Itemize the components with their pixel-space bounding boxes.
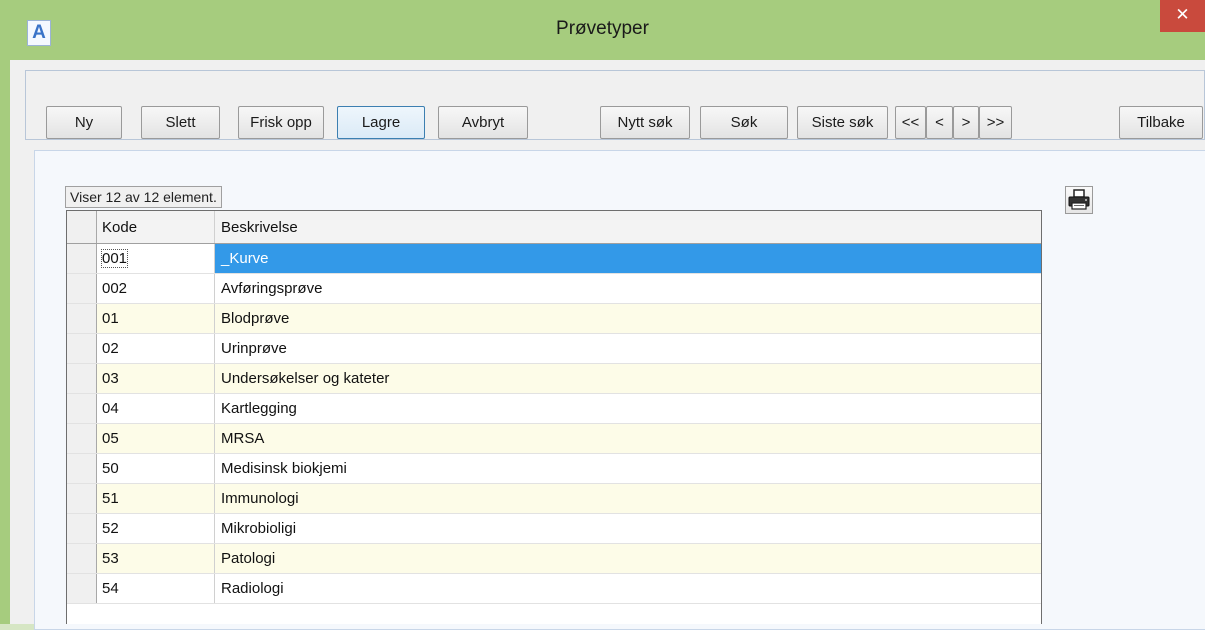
cell-kode[interactable]: 02 <box>97 334 215 363</box>
cell-beskrivelse[interactable]: Mikrobioligi <box>215 514 1041 543</box>
cell-beskrivelse[interactable]: _Kurve <box>215 244 1041 273</box>
cell-beskrivelse[interactable]: Avføringsprøve <box>215 274 1041 303</box>
cell-kode[interactable]: 001 <box>97 244 215 273</box>
back-button[interactable]: Tilbake <box>1119 106 1203 139</box>
next-record-button[interactable]: > <box>953 106 979 139</box>
row-selector[interactable] <box>67 334 97 363</box>
save-button[interactable]: Lagre <box>337 106 425 139</box>
title-bar: A Prøvetyper ✕ <box>0 0 1205 60</box>
table-row[interactable]: 04 Kartlegging <box>67 394 1041 424</box>
table-row[interactable]: 01 Blodprøve <box>67 304 1041 334</box>
search-button[interactable]: Søk <box>700 106 788 139</box>
cell-beskrivelse[interactable]: Blodprøve <box>215 304 1041 333</box>
header-corner <box>67 211 97 243</box>
row-selector[interactable] <box>67 454 97 483</box>
new-search-button[interactable]: Nytt søk <box>600 106 690 139</box>
cell-beskrivelse[interactable]: Immunologi <box>215 484 1041 513</box>
table-row[interactable]: 53 Patologi <box>67 544 1041 574</box>
column-header-kode[interactable]: Kode <box>97 211 215 243</box>
cell-kode[interactable]: 50 <box>97 454 215 483</box>
cell-kode-text: 54 <box>102 580 119 597</box>
row-selector[interactable] <box>67 484 97 513</box>
row-selector[interactable] <box>67 424 97 453</box>
cell-kode-text: 52 <box>102 520 119 537</box>
cell-kode-text: 02 <box>102 340 119 357</box>
record-count-label: Viser 12 av 12 element. <box>65 186 222 208</box>
cell-kode[interactable]: 01 <box>97 304 215 333</box>
row-selector[interactable] <box>67 394 97 423</box>
cell-kode[interactable]: 53 <box>97 544 215 573</box>
row-selector[interactable] <box>67 364 97 393</box>
table-row[interactable]: 51 Immunologi <box>67 484 1041 514</box>
row-selector[interactable] <box>67 514 97 543</box>
new-button[interactable]: Ny <box>46 106 122 139</box>
cell-kode-text: 51 <box>102 490 119 507</box>
first-record-button[interactable]: << <box>895 106 926 139</box>
row-selector[interactable] <box>67 274 97 303</box>
cell-beskrivelse[interactable]: MRSA <box>215 424 1041 453</box>
cell-beskrivelse[interactable]: Undersøkelser og kateter <box>215 364 1041 393</box>
cell-kode-text: 001 <box>100 249 129 268</box>
table-row[interactable]: 52 Mikrobioligi <box>67 514 1041 544</box>
table-row[interactable]: 50 Medisinsk biokjemi <box>67 454 1041 484</box>
printer-icon <box>1068 189 1090 210</box>
table-row[interactable]: 54 Radiologi <box>67 574 1041 604</box>
window-frame-left <box>0 60 10 624</box>
row-selector[interactable] <box>67 544 97 573</box>
column-header-beskrivelse[interactable]: Beskrivelse <box>215 211 1041 243</box>
last-record-button[interactable]: >> <box>979 106 1012 139</box>
cell-beskrivelse[interactable]: Medisinsk biokjemi <box>215 454 1041 483</box>
grid-header: Kode Beskrivelse <box>67 211 1041 244</box>
cancel-button[interactable]: Avbryt <box>438 106 528 139</box>
row-selector[interactable] <box>67 574 97 603</box>
cell-kode[interactable]: 54 <box>97 574 215 603</box>
refresh-button[interactable]: Frisk opp <box>238 106 324 139</box>
last-search-button[interactable]: Siste søk <box>797 106 888 139</box>
print-button[interactable] <box>1065 186 1093 214</box>
cell-kode-text: 04 <box>102 400 119 417</box>
cell-kode-text: 50 <box>102 460 119 477</box>
row-selector[interactable] <box>67 244 97 273</box>
delete-button[interactable]: Slett <box>141 106 220 139</box>
cell-kode-text: 002 <box>102 280 128 297</box>
table-row[interactable]: 05 MRSA <box>67 424 1041 454</box>
table-row[interactable]: 001 _Kurve <box>67 244 1041 274</box>
row-selector[interactable] <box>67 304 97 333</box>
cell-kode[interactable]: 04 <box>97 394 215 423</box>
cell-beskrivelse[interactable]: Urinprøve <box>215 334 1041 363</box>
cell-kode[interactable]: 05 <box>97 424 215 453</box>
cell-beskrivelse[interactable]: Patologi <box>215 544 1041 573</box>
cell-kode-text: 05 <box>102 430 119 447</box>
table-row[interactable]: 03 Undersøkelser og kateter <box>67 364 1041 394</box>
cell-beskrivelse[interactable]: Kartlegging <box>215 394 1041 423</box>
cell-kode[interactable]: 51 <box>97 484 215 513</box>
cell-kode[interactable]: 03 <box>97 364 215 393</box>
cell-beskrivelse[interactable]: Radiologi <box>215 574 1041 603</box>
close-button[interactable]: ✕ <box>1160 0 1205 32</box>
cell-kode[interactable]: 002 <box>97 274 215 303</box>
cell-kode-text: 01 <box>102 310 119 327</box>
toolbar: Ny Slett Frisk opp Lagre Avbryt Nytt søk… <box>25 70 1205 140</box>
window-title: Prøvetyper <box>556 18 649 39</box>
table-row[interactable]: 02 Urinprøve <box>67 334 1041 364</box>
cell-kode[interactable]: 52 <box>97 514 215 543</box>
cell-kode-text: 03 <box>102 370 119 387</box>
sample-types-grid: Kode Beskrivelse 001 _Kurve 002 Avføringspr… <box>66 210 1042 624</box>
cell-kode-text: 53 <box>102 550 119 567</box>
table-row[interactable]: 002 Avføringsprøve <box>67 274 1041 304</box>
previous-record-button[interactable]: < <box>926 106 953 139</box>
